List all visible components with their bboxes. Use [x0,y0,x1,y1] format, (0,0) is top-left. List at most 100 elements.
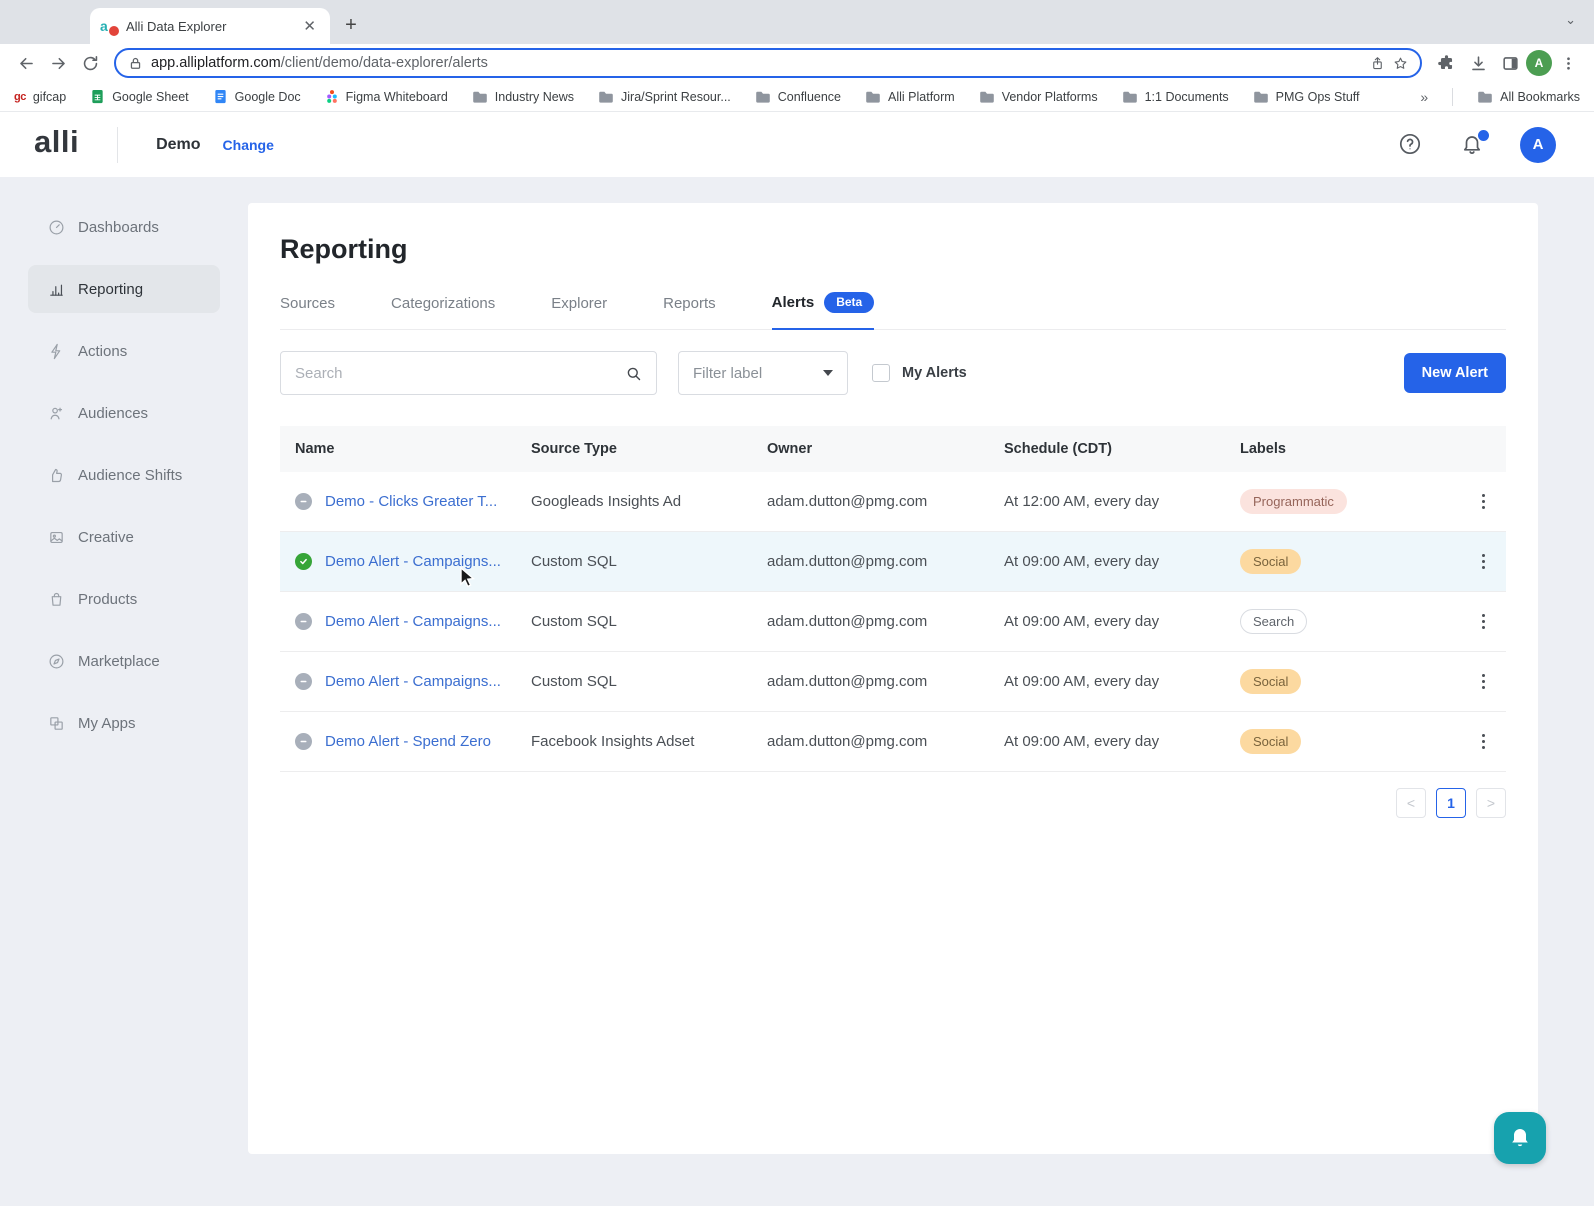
screen: a Alli Data Explorer ✕ + ⌄ app.alliplatf… [0,0,1594,1206]
tab-explorer[interactable]: Explorer [551,292,607,329]
app-header: alli Demo Change A [0,112,1594,177]
page-title: Reporting [280,234,1506,265]
row-menu-kebab-icon[interactable] [1476,490,1492,514]
bookmark-item[interactable]: Figma Whiteboard [325,89,448,104]
sidebar-item-dashboards[interactable]: Dashboards [28,203,220,251]
bell-icon [1508,1126,1532,1150]
prev-page-button[interactable]: < [1396,788,1426,818]
tab-list-chevron-icon[interactable]: ⌄ [1565,12,1576,28]
browser-toolbar: app.alliplatform.com/client/demo/data-ex… [0,44,1594,82]
chevron-down-icon [823,370,833,376]
bookmark-item[interactable]: Industry News [472,90,574,104]
bookmark-item[interactable]: Google Sheet [90,89,188,104]
bookmark-item[interactable]: Alli Platform [865,90,955,104]
url-bar[interactable]: app.alliplatform.com/client/demo/data-ex… [114,48,1422,78]
table-row[interactable]: Demo Alert - Campaigns...Custom SQLadam.… [280,652,1506,712]
forward-button[interactable] [42,47,74,79]
tab-close-icon[interactable]: ✕ [299,17,320,36]
row-menu-kebab-icon[interactable] [1476,730,1492,754]
folder-icon [472,90,488,104]
notifications-fab[interactable] [1494,1112,1546,1164]
bookmark-item[interactable]: Vendor Platforms [979,90,1098,104]
user-avatar[interactable]: A [1520,127,1556,163]
bookmark-item[interactable]: gc gifcap [14,90,66,104]
alert-name-link[interactable]: Demo Alert - Campaigns... [325,673,501,690]
alli-favicon: a [100,17,118,35]
tabs: Sources Categorizations Explorer Reports Ale… [280,292,1506,330]
owner-cell: adam.dutton@pmg.com [767,733,1004,750]
sidebar-item-creative[interactable]: Creative [28,513,220,561]
my-alerts-checkbox[interactable] [872,364,890,382]
table-row[interactable]: Demo - Clicks Greater T...Googleads Insi… [280,472,1506,532]
search-input[interactable] [295,365,625,382]
bookmarks-overflow-chevron[interactable]: » [1420,89,1428,105]
all-bookmarks-button[interactable]: All Bookmarks [1477,90,1580,104]
sidebar-item-audiences[interactable]: Audiences [28,389,220,437]
tab-reports[interactable]: Reports [663,292,716,329]
owner-cell: adam.dutton@pmg.com [767,613,1004,630]
table-row[interactable]: Demo Alert - Spend ZeroFacebook Insights… [280,712,1506,772]
change-client-link[interactable]: Change [223,137,274,153]
bookmark-item[interactable]: PMG Ops Stuff [1253,90,1360,104]
back-button[interactable] [10,47,42,79]
browser-tab-strip: a Alli Data Explorer ✕ + ⌄ [0,0,1594,44]
sidebar-item-my-apps[interactable]: My Apps [28,699,220,747]
row-menu-kebab-icon[interactable] [1476,670,1492,694]
sidebar-item-products[interactable]: Products [28,575,220,623]
bookmark-star-icon[interactable] [1393,56,1408,71]
bookmark-label: Vendor Platforms [1002,90,1098,104]
table-row[interactable]: Demo Alert - Campaigns...Custom SQLadam.… [280,592,1506,652]
bookmark-item[interactable]: Google Doc [213,89,301,104]
bookmarks-list: gc gifcap Google Sheet Google Doc Figma Whit… [14,89,1360,104]
column-header: Source Type [531,441,767,457]
column-header: Name [295,441,531,457]
sidebar-item-reporting[interactable]: Reporting [28,265,220,313]
tab-alerts[interactable]: AlertsBeta [772,292,875,330]
tab-sources[interactable]: Sources [280,292,335,329]
folder-icon [865,90,881,104]
browser-tab[interactable]: a Alli Data Explorer ✕ [90,8,330,44]
sidebar-item-marketplace[interactable]: Marketplace [28,637,220,685]
browser-menu-kebab-icon[interactable] [1552,47,1584,79]
share-icon[interactable] [1370,56,1385,71]
new-alert-button[interactable]: New Alert [1404,353,1506,393]
notifications-bell-icon[interactable] [1460,132,1486,158]
side-panel-icon[interactable] [1494,47,1526,79]
table-row[interactable]: Demo Alert - Campaigns...Custom SQLadam.… [280,532,1506,592]
source-type-cell: Custom SQL [531,553,767,570]
alert-name-link[interactable]: Demo Alert - Campaigns... [325,553,501,570]
alli-logo[interactable]: alli [34,126,79,163]
bookmark-item[interactable]: Jira/Sprint Resour... [598,90,731,104]
gc-icon: gc [14,91,26,103]
row-menu-kebab-icon[interactable] [1476,550,1492,574]
download-icon[interactable] [1462,47,1494,79]
dashboard-icon [48,219,65,236]
bookmark-item[interactable]: 1:1 Documents [1122,90,1229,104]
reload-button[interactable] [74,47,106,79]
alert-name-link[interactable]: Demo - Clicks Greater T... [325,493,497,510]
row-menu-kebab-icon[interactable] [1476,610,1492,634]
schedule-cell: At 09:00 AM, every day [1004,733,1240,750]
label-pill: Programmatic [1240,489,1347,514]
alert-name-link[interactable]: Demo Alert - Campaigns... [325,613,501,630]
bookmark-label: gifcap [33,90,66,104]
browser-profile-avatar[interactable]: A [1526,50,1552,76]
current-page-button[interactable]: 1 [1436,788,1466,818]
bookmark-label: Google Sheet [112,90,188,104]
alert-name-link[interactable]: Demo Alert - Spend Zero [325,733,491,750]
column-header: Owner [767,441,1004,457]
tab-label: Reports [663,295,716,312]
sidebar-item-audience-shifts[interactable]: Audience Shifts [28,451,220,499]
table-body: Demo - Clicks Greater T...Googleads Insi… [280,472,1506,772]
new-tab-button[interactable]: + [338,12,364,38]
sidebar-item-actions[interactable]: Actions [28,327,220,375]
tab-categorizations[interactable]: Categorizations [391,292,495,329]
controls-row: Filter label My Alerts New Alert [280,351,1506,395]
filter-label-select[interactable]: Filter label [678,351,848,395]
status-paused-icon [295,673,312,690]
next-page-button[interactable]: > [1476,788,1506,818]
bookmark-item[interactable]: Confluence [755,90,841,104]
help-icon[interactable] [1398,132,1424,158]
extensions-puzzle-icon[interactable] [1430,47,1462,79]
name-cell: Demo Alert - Campaigns... [295,673,531,690]
